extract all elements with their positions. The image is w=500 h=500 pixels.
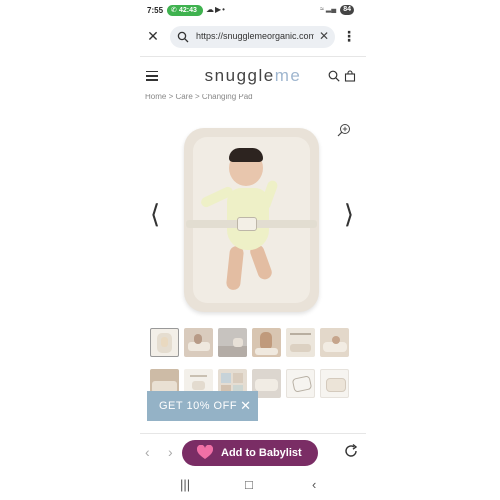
call-indicator[interactable]: ✆ 42:43 bbox=[167, 5, 203, 16]
back-icon[interactable]: ‹ bbox=[312, 477, 316, 492]
product-image[interactable] bbox=[184, 128, 319, 312]
thumbnail-row bbox=[150, 328, 350, 359]
address-field[interactable]: https://snugglemeorganic.com ✕ bbox=[170, 26, 335, 48]
site-header: snuggleme bbox=[140, 62, 366, 94]
thumbnail-image[interactable] bbox=[286, 369, 315, 398]
zoom-in-icon[interactable] bbox=[337, 123, 351, 137]
call-timer: 42:43 bbox=[179, 7, 197, 14]
chevron-right-icon[interactable]: ⟩ bbox=[344, 201, 354, 227]
recent-apps-icon[interactable]: ||| bbox=[180, 477, 190, 492]
thumbnail-image[interactable] bbox=[218, 328, 247, 357]
thumbnail-image[interactable] bbox=[184, 328, 213, 357]
chevron-left-icon[interactable]: ⟨ bbox=[150, 201, 160, 227]
status-time: 7:55 bbox=[147, 6, 164, 15]
wifi-icon: ≈ bbox=[320, 6, 324, 13]
home-icon[interactable]: □ bbox=[245, 477, 253, 492]
thumbnail-image[interactable] bbox=[320, 369, 349, 398]
product-gallery: ⟨ ⟩ bbox=[146, 113, 360, 320]
search-icon bbox=[177, 31, 189, 43]
notification-icons: ☁▶• bbox=[206, 5, 226, 14]
header-divider bbox=[140, 56, 366, 57]
dot-icon: • bbox=[222, 5, 226, 14]
breadcrumb[interactable]: Home > Care > Changing Pad bbox=[145, 94, 253, 102]
thumbnail-image[interactable] bbox=[252, 328, 281, 357]
toolbar-divider bbox=[140, 433, 366, 434]
add-to-babylist-button[interactable]: Add to Babylist bbox=[182, 440, 318, 466]
babylist-label: Add to Babylist bbox=[221, 447, 302, 459]
more-vertical-icon[interactable]: ⋮ bbox=[342, 28, 356, 44]
strap-buckle bbox=[237, 217, 257, 231]
system-icons: ≈ ▂▄ 84 bbox=[320, 5, 354, 15]
discount-popup[interactable]: GET 10% OFF ✕ bbox=[147, 391, 258, 421]
forward-arrow-icon[interactable]: › bbox=[168, 444, 173, 460]
status-bar: 7:55 ✆ 42:43 ☁▶• ≈ ▂▄ 84 bbox=[140, 3, 366, 19]
phone-icon: ✆ bbox=[171, 7, 177, 14]
thumbnail-image[interactable] bbox=[286, 328, 315, 357]
logo-accent: me bbox=[274, 66, 302, 85]
close-icon[interactable]: ✕ bbox=[145, 28, 161, 44]
battery-indicator: 84 bbox=[340, 5, 354, 15]
close-promo-icon[interactable]: ✕ bbox=[240, 398, 251, 414]
system-nav-bar: ||| □ ‹ bbox=[140, 474, 366, 496]
url-text[interactable]: https://snugglemeorganic.com bbox=[196, 31, 314, 41]
reload-icon[interactable] bbox=[343, 443, 359, 459]
thumbnail-image[interactable] bbox=[320, 328, 349, 357]
discount-label[interactable]: GET 10% OFF bbox=[159, 400, 237, 412]
back-arrow-icon[interactable]: ‹ bbox=[145, 444, 150, 460]
baby-hair bbox=[229, 148, 263, 162]
heart-icon bbox=[197, 445, 213, 459]
phone-screen: 7:55 ✆ 42:43 ☁▶• ≈ ▂▄ 84 ✕ https://snugg… bbox=[140, 0, 366, 500]
cart-icon[interactable] bbox=[344, 70, 356, 82]
browser-toolbar: ‹ › Add to Babylist bbox=[140, 438, 366, 468]
browser-url-bar: ✕ https://snugglemeorganic.com ✕ ⋮ bbox=[140, 24, 366, 52]
signal-icon: ▂▄ bbox=[325, 6, 337, 13]
logo-main: snuggle bbox=[204, 66, 275, 85]
cloud-icon: ☁ bbox=[206, 5, 215, 14]
thumbnail-image[interactable] bbox=[150, 328, 179, 357]
clear-url-icon[interactable]: ✕ bbox=[319, 29, 329, 43]
site-search-icon[interactable] bbox=[328, 70, 340, 82]
